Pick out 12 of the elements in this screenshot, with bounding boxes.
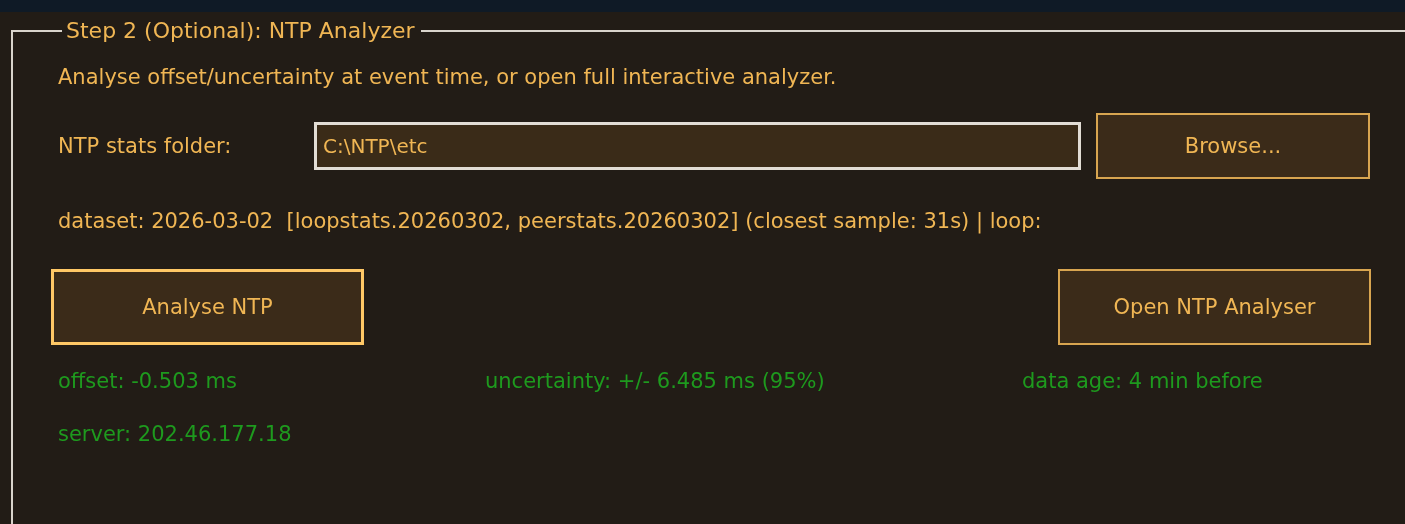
open-analyser-button[interactable]: Open NTP Analyser <box>1058 269 1371 345</box>
data-age-text: data age: 4 min before <box>1022 369 1264 393</box>
folder-input-field[interactable]: C:\NTP\etc <box>314 122 1081 170</box>
analyse-button[interactable]: Analyse NTP <box>51 269 364 345</box>
server-text: server: 202.46.177.18 <box>58 422 293 446</box>
folder-label: NTP stats folder: <box>58 134 233 158</box>
dataset-info-text: dataset: 2026-03-02 [loopstats.20260302, peerstats.20260302] (closest sample: 31s) | loop: <box>58 209 1043 236</box>
description-text: Analyse offset/uncertainty at event time, or open full interactive analyzer. <box>58 65 838 91</box>
uncertainty-text: uncertainty: +/- 6.485 ms (95%) <box>485 369 826 393</box>
group-title: Step 2 (Optional): NTP Analyzer <box>65 18 416 43</box>
browse-button[interactable]: Browse... <box>1096 113 1370 179</box>
offset-text: offset: -0.503 ms <box>58 369 238 393</box>
